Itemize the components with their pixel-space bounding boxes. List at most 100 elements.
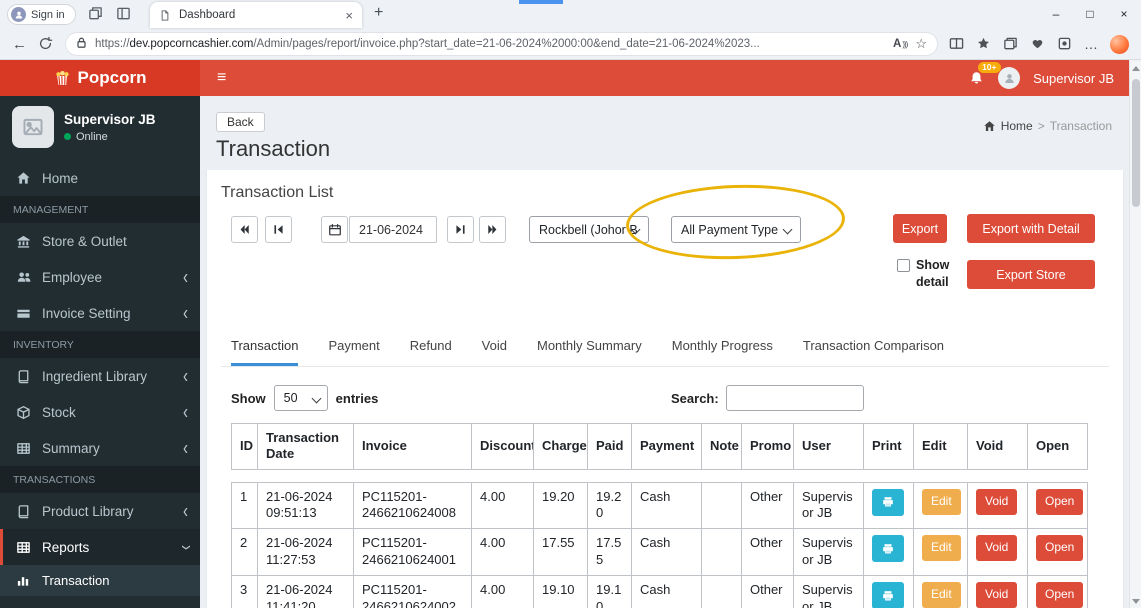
scroll-up-arrow[interactable]: [1130, 61, 1141, 75]
fast-previous-date-button[interactable]: [231, 216, 258, 243]
store-select[interactable]: Rockbell (Johor B: [529, 216, 649, 243]
open-button[interactable]: Open: [1036, 535, 1084, 562]
scrollbar-thumb[interactable]: [1132, 79, 1140, 207]
brand-logo[interactable]: Popcorn: [0, 60, 200, 96]
transaction-table: ID Transaction Date Invoice Discount Cha…: [231, 423, 1088, 608]
table-header-cell[interactable]: ID: [231, 423, 258, 470]
navbar-username[interactable]: Supervisor JB: [1033, 71, 1114, 86]
table-header-cell[interactable]: Note: [701, 423, 742, 470]
tab-refund[interactable]: Refund: [410, 338, 452, 366]
cell-id: 2: [231, 528, 258, 577]
favorites-icon[interactable]: [976, 36, 992, 52]
table-header-cell[interactable]: Paid: [587, 423, 632, 470]
table-header-cell[interactable]: Invoice: [353, 423, 472, 470]
table-header-cell[interactable]: Void: [967, 423, 1028, 470]
popcorn-logo-icon: [54, 70, 71, 87]
table-header-cell[interactable]: Payment: [631, 423, 702, 470]
read-aloud-icon[interactable]: A))): [893, 38, 908, 50]
table-header-cell[interactable]: Edit: [913, 423, 968, 470]
previous-date-button[interactable]: [265, 216, 292, 243]
url-scheme: https://: [95, 38, 130, 50]
sidebar-item-employee[interactable]: Employee ‹: [0, 259, 200, 295]
tab-payment[interactable]: Payment: [328, 338, 379, 366]
scroll-down-arrow[interactable]: [1130, 594, 1141, 608]
notifications-bell-icon[interactable]: 10+: [969, 61, 1001, 87]
users-icon: [16, 270, 33, 285]
payment-type-select[interactable]: All Payment Type: [671, 216, 801, 243]
user-avatar[interactable]: [998, 67, 1021, 89]
edit-button[interactable]: Edit: [922, 535, 961, 562]
tab-transaction-comparison[interactable]: Transaction Comparison: [803, 338, 944, 366]
browser-back-button[interactable]: ←: [12, 36, 27, 53]
chevron-left-icon: ‹: [183, 301, 188, 325]
new-tab-button[interactable]: +: [374, 4, 383, 22]
workspaces-icon[interactable]: [88, 6, 104, 22]
void-button[interactable]: Void: [976, 488, 1018, 515]
box-icon: [16, 405, 33, 420]
tab-close-icon[interactable]: ×: [345, 9, 353, 22]
address-bar[interactable]: https://dev.popcorncashier.com/Admin/pag…: [65, 32, 938, 56]
browser-tab-dashboard[interactable]: Dashboard ×: [150, 2, 362, 28]
export-button[interactable]: Export: [893, 214, 947, 243]
edit-button[interactable]: Edit: [922, 582, 961, 608]
favorite-star-icon[interactable]: ☆: [915, 36, 927, 52]
sidebar-subitem-transaction[interactable]: Transaction: [0, 565, 200, 596]
sidebar-item-reports[interactable]: Reports ‹: [0, 529, 200, 565]
table-header-cell[interactable]: User: [793, 423, 864, 470]
print-button[interactable]: [872, 582, 904, 608]
table-header-cell[interactable]: Open: [1027, 423, 1088, 470]
page-scrollbar[interactable]: [1129, 61, 1141, 608]
table-header-cell[interactable]: Transaction Date: [257, 423, 354, 470]
sidebar-item-stock[interactable]: Stock ‹: [0, 394, 200, 430]
sidebar-item-summary[interactable]: Summary ‹: [0, 430, 200, 466]
tab-monthly-summary[interactable]: Monthly Summary: [537, 338, 642, 366]
collections-icon[interactable]: [1003, 36, 1019, 52]
search-input[interactable]: [725, 385, 864, 411]
date-input[interactable]: [349, 216, 437, 243]
browser-essentials-icon[interactable]: [1030, 36, 1046, 52]
fast-next-date-button[interactable]: [479, 216, 506, 243]
sidebar-item-product-library[interactable]: Product Library ‹: [0, 493, 200, 529]
edit-button[interactable]: Edit: [922, 488, 961, 515]
sidebar-toggle-icon[interactable]: ≡: [200, 69, 243, 87]
table-header-cell[interactable]: Promo: [741, 423, 794, 470]
vertical-tabs-icon[interactable]: [116, 6, 132, 22]
sidebar-item-ingredient-library[interactable]: Ingredient Library ‹: [0, 358, 200, 394]
export-with-detail-button[interactable]: Export with Detail: [967, 214, 1095, 243]
void-button[interactable]: Void: [976, 582, 1018, 608]
window-close-button[interactable]: ×: [1107, 0, 1141, 27]
table-header-cell[interactable]: Print: [863, 423, 914, 470]
sidebar-item-store-outlet[interactable]: Store & Outlet: [0, 223, 200, 259]
more-options-icon[interactable]: …: [1084, 36, 1099, 52]
table-header-cell[interactable]: Charge: [533, 423, 588, 470]
sidebar-item-invoice-setting[interactable]: Invoice Setting ‹: [0, 295, 200, 331]
browser-tab-strip: Sign in Dashboard × + – □ ×: [0, 0, 1141, 28]
table-grid-icon: [16, 441, 33, 456]
print-button[interactable]: [872, 488, 904, 516]
calendar-button[interactable]: [321, 216, 348, 243]
table-header-cell[interactable]: Discount: [471, 423, 534, 470]
copilot-icon[interactable]: [1110, 34, 1129, 54]
refresh-icon[interactable]: [38, 36, 54, 52]
show-detail-checkbox[interactable]: [897, 258, 910, 272]
extensions-icon[interactable]: [1057, 36, 1073, 52]
tab-void[interactable]: Void: [482, 338, 507, 366]
tab-monthly-progress[interactable]: Monthly Progress: [672, 338, 773, 366]
split-screen-icon[interactable]: [949, 36, 965, 52]
print-button[interactable]: [872, 535, 904, 563]
list-controls: Show 50 entries Search:: [221, 377, 1109, 423]
entries-per-page-select[interactable]: 50: [273, 385, 328, 411]
sidebar-item-home[interactable]: Home: [0, 160, 200, 196]
tab-transaction[interactable]: Transaction: [231, 338, 299, 366]
export-store-button[interactable]: Export Store: [967, 260, 1095, 289]
open-button[interactable]: Open: [1036, 488, 1084, 515]
open-button[interactable]: Open: [1036, 582, 1084, 608]
next-date-button[interactable]: [447, 216, 474, 243]
cell-invoice: PC115201-2466210624002: [353, 575, 472, 608]
browser-signin-button[interactable]: Sign in: [7, 4, 76, 25]
back-button[interactable]: Back: [216, 112, 265, 132]
window-maximize-button[interactable]: □: [1073, 0, 1107, 27]
void-button[interactable]: Void: [976, 535, 1018, 562]
window-minimize-button[interactable]: –: [1039, 0, 1073, 27]
breadcrumb-home[interactable]: Home: [1001, 119, 1033, 133]
